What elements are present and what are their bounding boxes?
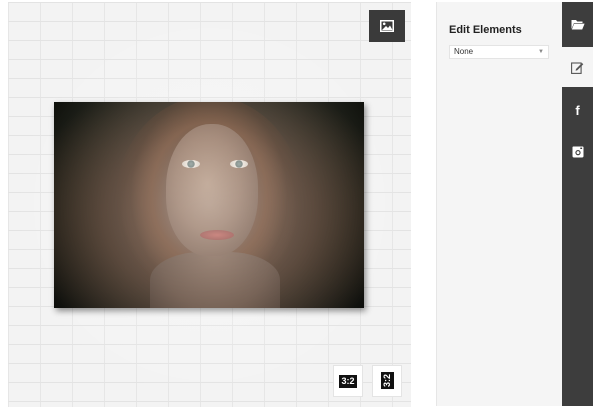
side-toolbar: f bbox=[562, 2, 593, 406]
ratio-landscape-button[interactable]: 3:2 bbox=[333, 365, 363, 397]
facebook-button[interactable]: f bbox=[562, 90, 593, 130]
facebook-icon: f bbox=[575, 102, 580, 118]
image-icon bbox=[380, 20, 394, 32]
ratio-portrait-label: 3:2 bbox=[380, 372, 394, 390]
photo-eye-right bbox=[230, 160, 248, 168]
photo-eye-left bbox=[182, 160, 200, 168]
ratio-landscape-label: 3:2 bbox=[339, 374, 357, 388]
framed-photo[interactable] bbox=[54, 102, 364, 308]
canvas-wall: 3:2 3:2 bbox=[8, 2, 411, 407]
edit-icon bbox=[571, 61, 584, 74]
elements-select-value: None bbox=[454, 47, 474, 56]
photo-lips bbox=[200, 230, 234, 240]
instagram-button[interactable] bbox=[562, 132, 593, 172]
edit-panel: Edit Elements None ▼ bbox=[436, 2, 563, 406]
folder-open-icon bbox=[571, 19, 585, 29]
elements-select[interactable]: None ▼ bbox=[449, 45, 549, 59]
background-image-button[interactable] bbox=[369, 10, 405, 42]
panel-title: Edit Elements bbox=[449, 24, 522, 36]
chevron-down-icon: ▼ bbox=[538, 49, 544, 55]
photo-shoulders bbox=[150, 252, 280, 308]
open-folder-button[interactable] bbox=[562, 4, 593, 44]
edit-button[interactable] bbox=[562, 47, 593, 87]
ratio-portrait-button[interactable]: 3:2 bbox=[372, 365, 402, 397]
instagram-icon bbox=[572, 146, 583, 158]
